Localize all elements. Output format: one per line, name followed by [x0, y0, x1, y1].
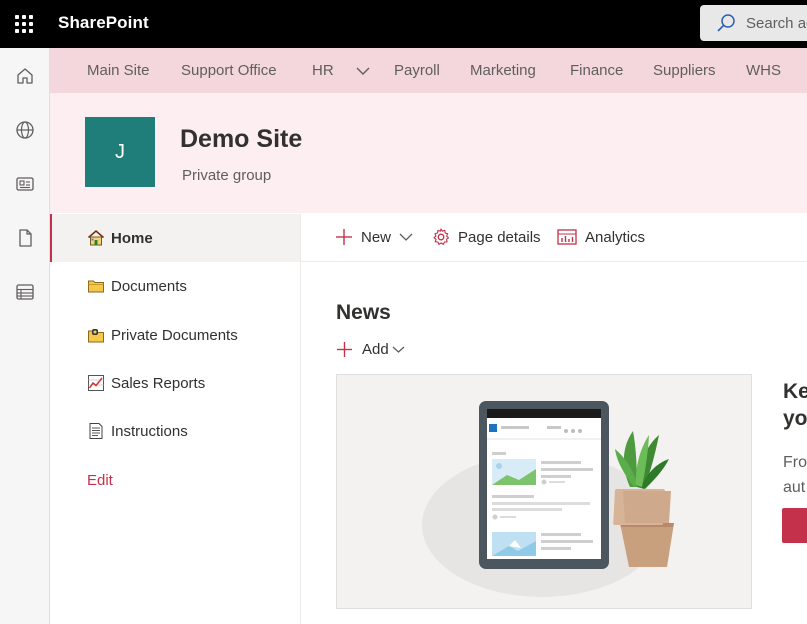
nav-item-private-documents[interactable]: Private Documents — [50, 311, 300, 359]
plus-icon — [336, 229, 352, 245]
home-icon — [16, 68, 33, 84]
site-subtitle: Private group — [182, 167, 272, 184]
hub-nav-marketing[interactable]: Marketing — [470, 48, 536, 93]
waffle-icon — [15, 15, 33, 33]
app-bar-news[interactable] — [0, 160, 49, 208]
site-header: J Demo Site Private group — [50, 93, 807, 213]
promo-desc-line1: Fro — [783, 454, 807, 471]
news-illustration-card — [336, 374, 752, 609]
house-icon — [87, 229, 105, 247]
promo-description: Fro aut — [783, 450, 807, 500]
globe-icon — [15, 121, 34, 139]
promo-title: Ke yo — [783, 378, 807, 432]
hub-nav-support-office[interactable]: Support Office — [181, 48, 277, 93]
nav-item-sales-reports[interactable]: Sales Reports — [50, 359, 300, 407]
add-news-button[interactable]: Add — [336, 338, 405, 360]
list-icon — [15, 284, 34, 300]
search-placeholder: Search ac — [746, 14, 807, 32]
app-bar-home[interactable] — [0, 52, 49, 100]
hub-navigation: Main Site Support Office HR Payroll Mark… — [50, 48, 807, 93]
app-launcher-button[interactable] — [0, 0, 48, 48]
nav-item-instructions[interactable]: Instructions — [50, 407, 300, 455]
promo-title-line1: Ke — [783, 380, 807, 403]
document-icon — [87, 422, 105, 440]
new-button[interactable]: New — [335, 213, 413, 261]
hub-nav-whs[interactable]: WHS — [746, 48, 781, 93]
search-icon — [717, 14, 735, 32]
gear-icon — [433, 228, 450, 245]
promo-desc-line2: aut — [783, 479, 806, 496]
chevron-down-icon — [356, 67, 370, 76]
nav-item-documents[interactable]: Documents — [50, 262, 300, 310]
new-button-label: New — [361, 228, 392, 246]
nav-item-label: Instructions — [111, 422, 188, 440]
site-logo[interactable]: J — [85, 117, 155, 187]
hub-nav-hr-label: HR — [312, 62, 334, 79]
analytics-icon — [557, 229, 577, 245]
file-icon — [18, 229, 32, 247]
app-bar-lists[interactable] — [0, 268, 49, 316]
site-title[interactable]: Demo Site — [180, 125, 302, 154]
suite-bar: SharePoint Search ac — [0, 0, 807, 48]
search-box[interactable]: Search ac — [700, 5, 807, 41]
page-details-button[interactable]: Page details — [432, 213, 541, 261]
nav-item-home[interactable]: Home — [50, 214, 300, 262]
nav-item-label: Sales Reports — [111, 374, 206, 392]
news-icon — [15, 177, 34, 191]
page-details-label: Page details — [458, 228, 541, 246]
promo-title-line2: yo — [783, 407, 807, 430]
app-bar — [0, 48, 50, 624]
command-bar: New Page details Analytics — [301, 213, 807, 262]
plus-icon — [337, 341, 352, 357]
hub-nav-finance[interactable]: Finance — [570, 48, 623, 93]
hub-nav-suppliers[interactable]: Suppliers — [653, 48, 716, 93]
locked-folder-icon — [87, 326, 105, 344]
news-illustration — [422, 401, 674, 597]
nav-item-label: Documents — [111, 277, 187, 295]
chart-icon — [87, 374, 105, 392]
analytics-label: Analytics — [585, 228, 646, 246]
hub-nav-main-site[interactable]: Main Site — [87, 48, 150, 93]
app-bar-sites[interactable] — [0, 106, 49, 154]
news-heading: News — [336, 301, 391, 324]
add-news-label: Add — [362, 340, 389, 358]
app-name[interactable]: SharePoint — [58, 0, 149, 48]
folder-icon — [87, 277, 105, 295]
chevron-down-icon — [399, 233, 413, 241]
nav-edit-link[interactable]: Edit — [50, 456, 300, 504]
nav-item-label: Home — [111, 229, 153, 247]
nav-item-label: Private Documents — [111, 326, 238, 344]
left-navigation: Home Documents Private Documents Sales R… — [50, 213, 301, 624]
analytics-button[interactable]: Analytics — [557, 213, 645, 261]
chevron-down-icon — [392, 346, 405, 353]
promo-action-button[interactable] — [782, 508, 807, 543]
hub-nav-hr[interactable]: HR — [312, 48, 370, 93]
app-bar-files[interactable] — [0, 214, 49, 262]
hub-nav-payroll[interactable]: Payroll — [394, 48, 440, 93]
